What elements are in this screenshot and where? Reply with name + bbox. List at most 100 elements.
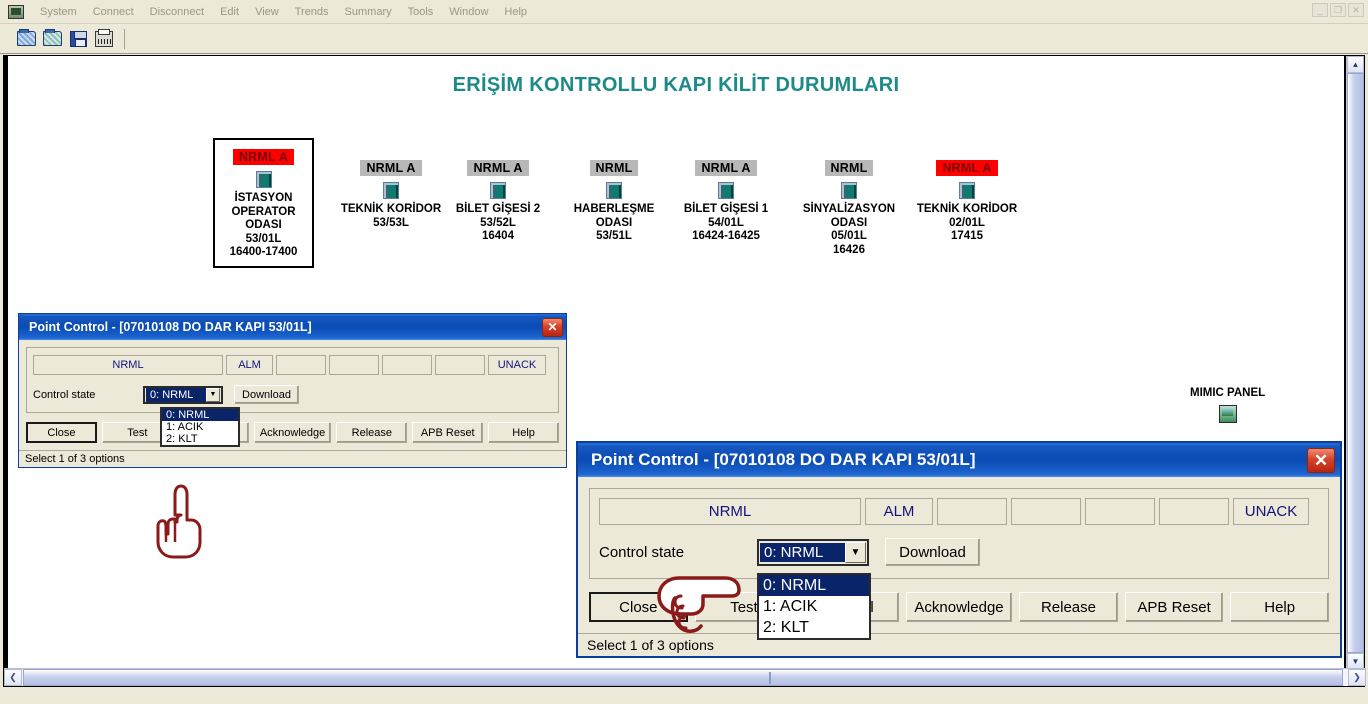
menu-item-window[interactable]: Window bbox=[441, 4, 496, 20]
open-folder-blue-button[interactable] bbox=[14, 27, 38, 50]
dropdown-option-2-klt[interactable]: 2: KLT bbox=[759, 617, 869, 638]
door-item-haberlesme-odasi[interactable]: NRML HABERLEŞME ODASI 53/51L bbox=[549, 159, 679, 244]
dialog-button-row: Close Test Control Acknowledge Release A… bbox=[26, 422, 560, 443]
door-item-sinyalizasyon-odasi[interactable]: NRML SİNYALİZASYON ODASI 05/01L 16426 bbox=[784, 159, 914, 257]
download-button[interactable]: Download bbox=[234, 385, 299, 404]
vertical-scrollbar[interactable]: ▲ ▼ bbox=[1346, 56, 1364, 670]
door-state-badge: NRML A bbox=[232, 149, 295, 165]
scroll-right-arrow-icon[interactable]: ❯ bbox=[1348, 669, 1366, 686]
dialog-title-bar[interactable]: Point Control - [07010108 DO DAR KAPI 53… bbox=[578, 443, 1340, 477]
status-field-row: NRML ALM UNACK bbox=[599, 498, 1319, 525]
status-cell-alarm: ALM bbox=[226, 355, 273, 375]
horizontal-scrollbar[interactable]: ❮ ❯ bbox=[4, 668, 1366, 686]
control-state-combo[interactable]: 0: NRML ▼ bbox=[757, 538, 869, 566]
acknowledge-button[interactable]: Acknowledge bbox=[253, 422, 332, 443]
release-button[interactable]: Release bbox=[336, 422, 408, 443]
door-label: SİNYALİZASYON ODASI 05/01L 16426 bbox=[802, 203, 896, 256]
apb-reset-button[interactable]: APB Reset bbox=[412, 422, 484, 443]
dropdown-option-0-nrml[interactable]: 0: NRML bbox=[759, 575, 869, 596]
minimize-button[interactable]: _ bbox=[1312, 3, 1328, 17]
door-icon bbox=[383, 182, 399, 199]
control-state-dropdown-list[interactable]: 0: NRML 1: ACIK 2: KLT bbox=[757, 573, 871, 640]
print-setup-button[interactable] bbox=[92, 27, 116, 50]
menu-item-edit[interactable]: Edit bbox=[212, 4, 247, 20]
dropdown-option-2-klt[interactable]: 2: KLT bbox=[162, 433, 238, 445]
vertical-scroll-thumb[interactable] bbox=[1347, 73, 1364, 653]
mimic-panel-icon bbox=[1218, 405, 1237, 423]
close-button[interactable]: Close bbox=[589, 592, 688, 622]
menu-item-help[interactable]: Help bbox=[496, 4, 535, 20]
scroll-up-arrow-icon[interactable]: ▲ bbox=[1347, 56, 1364, 73]
door-state-badge: NRML A bbox=[936, 160, 998, 176]
open-folder-teal-button[interactable] bbox=[40, 27, 64, 50]
window-controls: _ ❐ ✕ bbox=[1312, 3, 1364, 17]
door-item-bilet-gisesi-1[interactable]: NRML A BİLET GİŞESİ 1 54/01L 16424-16425 bbox=[661, 159, 791, 244]
help-button[interactable]: Help bbox=[1230, 592, 1329, 622]
status-cell-alarm: ALM bbox=[865, 498, 933, 525]
door-state-badge: NRML A bbox=[695, 160, 757, 176]
menu-item-tools[interactable]: Tools bbox=[400, 4, 442, 20]
dialog-close-icon[interactable]: ✕ bbox=[542, 317, 563, 337]
horizontal-scroll-track[interactable] bbox=[22, 669, 1348, 686]
chevron-down-icon[interactable]: ▼ bbox=[206, 387, 220, 402]
door-icon bbox=[841, 182, 857, 199]
print-setup-icon bbox=[95, 28, 113, 47]
dialog-close-icon[interactable]: ✕ bbox=[1307, 447, 1335, 473]
point-control-dialog-small[interactable]: Point Control - [07010108 DO DAR KAPI 53… bbox=[18, 313, 567, 468]
scroll-thumb-grip bbox=[769, 672, 771, 684]
door-item-bilet-gisesi-2[interactable]: NRML A BİLET GİŞESİ 2 53/52L 16404 bbox=[433, 159, 563, 244]
control-state-dropdown-list[interactable]: 0: NRML 1: ACIK 2: KLT bbox=[160, 407, 240, 447]
download-button[interactable]: Download bbox=[885, 538, 980, 566]
chevron-down-icon[interactable]: ▼ bbox=[845, 541, 866, 563]
door-state-badge: NRML bbox=[824, 160, 874, 176]
dialog-status-bar: Select 1 of 3 options bbox=[578, 633, 1340, 656]
save-button[interactable] bbox=[66, 27, 90, 50]
control-state-combo[interactable]: 0: NRML ▼ bbox=[143, 385, 223, 404]
horizontal-scroll-thumb[interactable] bbox=[23, 669, 1343, 686]
help-button[interactable]: Help bbox=[488, 422, 560, 443]
control-state-combo-value: 0: NRML bbox=[146, 387, 206, 402]
status-field-row: NRML ALM UNACK bbox=[33, 355, 552, 375]
menu-item-trends[interactable]: Trends bbox=[287, 4, 337, 20]
menu-item-summary[interactable]: Summary bbox=[337, 4, 400, 20]
release-button[interactable]: Release bbox=[1019, 592, 1118, 622]
toolbar bbox=[0, 24, 1368, 54]
mimic-canvas: ERİŞİM KONTROLLU KAPI KİLİT DURUMLARI NR… bbox=[8, 56, 1344, 670]
door-item-istasyon-operator-odasi[interactable]: NRML A İSTASYON OPERATOR ODASI 53/01L 16… bbox=[213, 138, 314, 268]
door-label: BİLET GİŞESİ 1 54/01L 16424-16425 bbox=[683, 203, 769, 242]
dialog-title-bar[interactable]: Point Control - [07010108 DO DAR KAPI 53… bbox=[19, 314, 566, 340]
close-button[interactable]: ✕ bbox=[1348, 3, 1364, 17]
dialog-status-bar: Select 1 of 3 options bbox=[19, 450, 566, 467]
apb-reset-button[interactable]: APB Reset bbox=[1124, 592, 1224, 622]
door-icon bbox=[959, 182, 975, 199]
open-folder-teal-icon bbox=[42, 29, 62, 46]
dropdown-option-1-acik[interactable]: 1: ACIK bbox=[759, 596, 869, 617]
status-panel: NRML ALM UNACK Control state 0: NRML ▼ D… bbox=[26, 347, 559, 413]
dropdown-option-1-acik[interactable]: 1: ACIK bbox=[162, 421, 238, 433]
status-cell-6 bbox=[435, 355, 485, 375]
menu-item-view[interactable]: View bbox=[247, 4, 287, 20]
dialog-body: NRML ALM UNACK Control state 0: NRML ▼ D… bbox=[578, 477, 1340, 633]
door-state-badge: NRML A bbox=[467, 160, 529, 176]
close-button[interactable]: Close bbox=[26, 422, 97, 443]
restore-button[interactable]: ❐ bbox=[1330, 3, 1346, 17]
scroll-left-arrow-icon[interactable]: ❮ bbox=[4, 669, 22, 686]
menu-item-connect[interactable]: Connect bbox=[85, 4, 142, 20]
status-cell-3 bbox=[937, 498, 1007, 525]
application-window: System Connect Disconnect Edit View Tren… bbox=[0, 0, 1368, 704]
menu-item-disconnect[interactable]: Disconnect bbox=[142, 4, 212, 20]
door-state-badge: NRML A bbox=[360, 160, 422, 176]
toolbar-separator bbox=[124, 28, 125, 49]
screen-root: System Connect Disconnect Edit View Tren… bbox=[0, 0, 1368, 704]
status-cell-3 bbox=[276, 355, 326, 375]
control-state-label: Control state bbox=[33, 388, 96, 401]
dropdown-option-0-nrml[interactable]: 0: NRML bbox=[162, 409, 238, 421]
acknowledge-button[interactable]: Acknowledge bbox=[905, 592, 1013, 622]
mimic-panel-shortcut[interactable]: MIMIC PANEL bbox=[1190, 387, 1265, 423]
menu-item-system[interactable]: System bbox=[32, 4, 85, 20]
door-item-teknik-koridor-02-01l[interactable]: NRML A TEKNİK KORİDOR 02/01L 17415 bbox=[902, 159, 1032, 244]
status-cell-4 bbox=[1011, 498, 1081, 525]
door-icon bbox=[606, 182, 622, 199]
status-cell-5 bbox=[382, 355, 432, 375]
point-control-dialog-large[interactable]: Point Control - [07010108 DO DAR KAPI 53… bbox=[576, 441, 1342, 658]
